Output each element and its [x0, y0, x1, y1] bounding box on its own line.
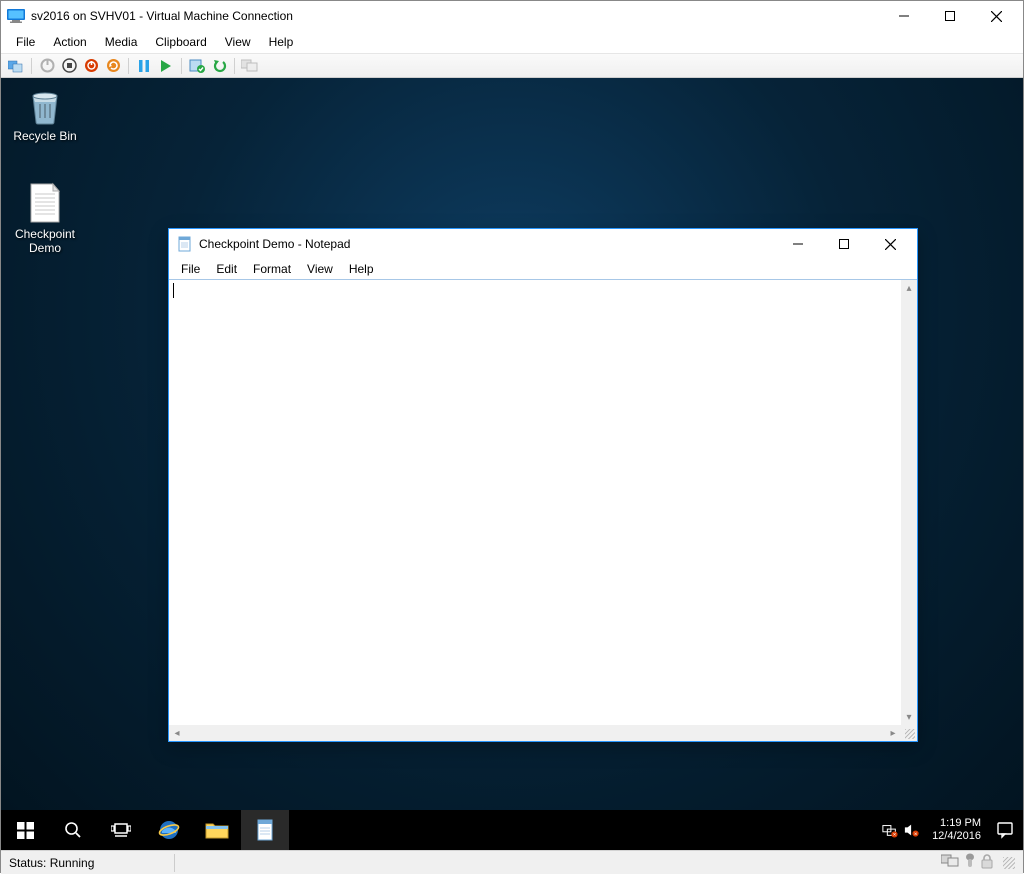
clock-time: 1:19 PM	[932, 817, 981, 830]
notepad-window: Checkpoint Demo - Notepad File Edit Form…	[168, 228, 918, 742]
shutdown-icon[interactable]	[82, 57, 100, 75]
menu-help[interactable]: Help	[260, 33, 303, 51]
power-off-icon[interactable]	[38, 57, 56, 75]
text-file-icon	[24, 182, 66, 224]
recycle-bin-icon	[24, 84, 66, 126]
svg-text:✕: ✕	[914, 831, 918, 836]
taskbar-notepad[interactable]	[241, 810, 289, 850]
checkpoint-icon[interactable]	[188, 57, 206, 75]
lock-icon[interactable]	[981, 854, 993, 872]
notepad-titlebar[interactable]: Checkpoint Demo - Notepad	[169, 229, 917, 259]
search-button[interactable]	[49, 810, 97, 850]
notepad-menu-help[interactable]: Help	[341, 261, 382, 277]
status-text: Status: Running	[9, 856, 94, 870]
guest-taskbar: ✕ ✕ 1:19 PM 12/4/2016	[1, 810, 1023, 850]
menu-view[interactable]: View	[216, 33, 260, 51]
resize-grip-icon[interactable]	[901, 725, 917, 741]
close-button[interactable]	[973, 1, 1019, 31]
toolbar-separator	[31, 58, 32, 74]
notepad-title: Checkpoint Demo - Notepad	[199, 237, 350, 251]
desktop-icon-checkpoint-demo[interactable]: Checkpoint Demo	[7, 182, 83, 256]
guest-desktop[interactable]: Recycle Bin Checkpoint Demo Checkpoint D…	[1, 78, 1023, 850]
notepad-content-area: ▴ ▾ ◂ ▸	[169, 279, 917, 741]
notepad-menu-view[interactable]: View	[299, 261, 341, 277]
menu-media[interactable]: Media	[96, 33, 147, 51]
scroll-left-icon[interactable]: ◂	[169, 726, 185, 742]
reset-icon[interactable]	[104, 57, 122, 75]
maximize-button[interactable]	[927, 1, 973, 31]
minimize-button[interactable]	[881, 1, 927, 31]
enhanced-session-icon[interactable]	[241, 57, 259, 75]
scroll-down-icon[interactable]: ▾	[901, 709, 917, 725]
clock-date: 12/4/2016	[932, 830, 981, 843]
taskbar-internet-explorer[interactable]	[145, 810, 193, 850]
notepad-text-area[interactable]	[169, 280, 901, 725]
start-button[interactable]	[1, 810, 49, 850]
stop-icon[interactable]	[60, 57, 78, 75]
vm-titlebar: sv2016 on SVHV01 - Virtual Machine Conne…	[1, 1, 1023, 31]
vm-statusbar: Status: Running	[1, 850, 1023, 874]
toolbar-separator	[128, 58, 129, 74]
menu-file[interactable]: File	[7, 33, 44, 51]
desktop-icon-recycle-bin[interactable]: Recycle Bin	[7, 84, 83, 143]
notepad-close-button[interactable]	[867, 229, 913, 259]
action-center-icon[interactable]	[993, 822, 1017, 838]
notepad-menubar: File Edit Format View Help	[169, 259, 917, 279]
notepad-icon	[177, 236, 193, 252]
toolbar-separator	[181, 58, 182, 74]
revert-icon[interactable]	[210, 57, 228, 75]
notepad-vertical-scrollbar[interactable]: ▴ ▾	[901, 280, 917, 725]
notepad-minimize-button[interactable]	[775, 229, 821, 259]
desktop-icon-label: Recycle Bin	[7, 129, 83, 143]
svg-text:✕: ✕	[893, 832, 897, 837]
menu-clipboard[interactable]: Clipboard	[146, 33, 215, 51]
scroll-right-icon[interactable]: ▸	[885, 725, 901, 741]
vm-window-title: sv2016 on SVHV01 - Virtual Machine Conne…	[31, 9, 293, 23]
vm-menubar: File Action Media Clipboard View Help	[1, 31, 1023, 53]
menu-action[interactable]: Action	[44, 33, 95, 51]
notepad-horizontal-scrollbar[interactable]: ◂ ▸	[169, 725, 901, 741]
statusbar-separator	[174, 854, 175, 872]
vm-toolbar	[1, 53, 1023, 78]
desktop-icon-label: Checkpoint Demo	[7, 227, 83, 256]
start-icon[interactable]	[157, 57, 175, 75]
display-config-icon[interactable]	[941, 854, 959, 871]
notepad-menu-format[interactable]: Format	[245, 261, 299, 277]
toolbar-separator	[234, 58, 235, 74]
resize-grip-icon[interactable]	[1003, 857, 1015, 869]
text-caret	[173, 283, 174, 298]
ctrl-alt-del-icon[interactable]	[7, 57, 25, 75]
taskbar-file-explorer[interactable]	[193, 810, 241, 850]
system-tray: ✕ ✕ 1:19 PM 12/4/2016	[876, 817, 1023, 842]
notepad-maximize-button[interactable]	[821, 229, 867, 259]
app-icon	[7, 9, 25, 23]
pause-icon[interactable]	[135, 57, 153, 75]
task-view-button[interactable]	[97, 810, 145, 850]
scroll-up-icon[interactable]: ▴	[901, 280, 917, 296]
notepad-menu-edit[interactable]: Edit	[208, 261, 245, 277]
volume-muted-icon[interactable]: ✕	[904, 822, 920, 838]
taskbar-clock[interactable]: 1:19 PM 12/4/2016	[926, 817, 987, 842]
usb-device-icon[interactable]	[965, 853, 975, 872]
network-warning-icon[interactable]: ✕	[882, 822, 898, 838]
notepad-menu-file[interactable]: File	[173, 261, 208, 277]
